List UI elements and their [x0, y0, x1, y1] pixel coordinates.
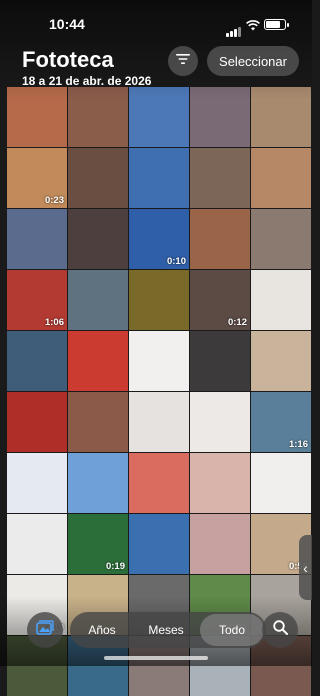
tab-months[interactable]: Meses	[134, 612, 198, 648]
tab-years[interactable]: Años	[72, 612, 132, 648]
photo-thumbnail[interactable]	[251, 453, 311, 513]
side-panel-handle[interactable]: ‹	[299, 535, 312, 600]
signal-icon	[226, 19, 242, 37]
photo-thumbnail[interactable]	[68, 453, 128, 513]
video-duration: 0:10	[166, 256, 186, 267]
page-title: Fototeca	[22, 47, 114, 72]
home-indicator	[104, 656, 208, 660]
photo-thumbnail[interactable]	[7, 209, 67, 269]
video-duration: 0:23	[44, 195, 64, 206]
photo-thumbnail[interactable]	[129, 392, 189, 452]
photo-thumbnail[interactable]: 1:16	[251, 392, 311, 452]
photo-thumbnail[interactable]	[129, 270, 189, 330]
video-duration: 1:06	[44, 317, 64, 328]
search-icon	[272, 620, 288, 640]
view-segmented-control: Años Meses Todo	[70, 612, 266, 648]
photo-thumbnail[interactable]	[251, 209, 311, 269]
filter-icon	[176, 52, 190, 70]
date-range: 18 a 21 de abr. de 2026	[22, 74, 152, 88]
library-button[interactable]	[27, 612, 63, 648]
photo-thumbnail[interactable]	[68, 270, 128, 330]
photo-thumbnail[interactable]	[190, 331, 250, 391]
search-button[interactable]	[262, 612, 298, 648]
video-duration: 0:19	[105, 561, 125, 572]
photo-thumbnail[interactable]: 0:23	[7, 148, 67, 208]
photo-thumbnail[interactable]	[129, 514, 189, 574]
photo-thumbnail[interactable]	[251, 331, 311, 391]
select-button[interactable]: Seleccionar	[207, 46, 299, 76]
status-time: 10:44	[49, 16, 85, 32]
photo-thumbnail[interactable]	[129, 331, 189, 391]
library-icon	[36, 620, 54, 640]
battery-icon	[264, 19, 289, 30]
photo-thumbnail[interactable]	[251, 270, 311, 330]
video-duration: 0:12	[227, 317, 247, 328]
tab-all[interactable]: Todo	[200, 614, 264, 646]
photo-thumbnail[interactable]	[251, 148, 311, 208]
video-duration: 1:16	[288, 439, 308, 450]
photo-thumbnail[interactable]	[68, 331, 128, 391]
chevron-left-icon: ‹	[303, 559, 308, 576]
photo-thumbnail[interactable]	[7, 392, 67, 452]
photo-thumbnail[interactable]	[129, 453, 189, 513]
photo-thumbnail[interactable]	[190, 392, 250, 452]
photo-thumbnail[interactable]	[68, 148, 128, 208]
photo-thumbnail[interactable]	[190, 514, 250, 574]
photo-thumbnail[interactable]: 0:10	[129, 209, 189, 269]
photo-thumbnail[interactable]	[7, 453, 67, 513]
photo-thumbnail[interactable]	[68, 392, 128, 452]
wifi-icon	[246, 18, 260, 36]
photo-thumbnail[interactable]: 1:06	[7, 270, 67, 330]
filter-button[interactable]	[168, 46, 198, 76]
photo-thumbnail[interactable]	[129, 148, 189, 208]
photo-thumbnail[interactable]: 0:19	[68, 514, 128, 574]
photo-thumbnail[interactable]	[190, 453, 250, 513]
photo-thumbnail[interactable]	[190, 148, 250, 208]
photo-thumbnail[interactable]	[68, 209, 128, 269]
status-bar: 10:44	[0, 14, 312, 37]
photo-thumbnail[interactable]: 0:12	[190, 270, 250, 330]
photo-thumbnail[interactable]	[7, 331, 67, 391]
photo-thumbnail[interactable]	[7, 514, 67, 574]
photo-thumbnail[interactable]	[190, 209, 250, 269]
